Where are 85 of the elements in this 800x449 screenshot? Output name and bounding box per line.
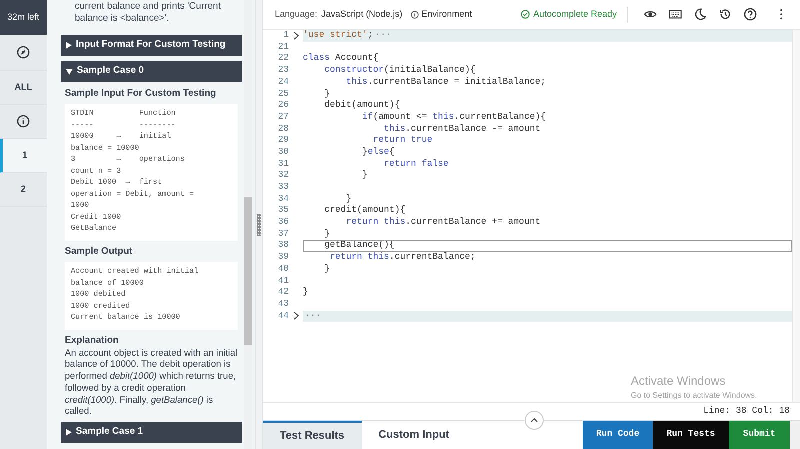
line-number: 41 [277, 274, 289, 288]
code-line: debit(amount){ [324, 100, 402, 112]
line-number: 24 [277, 76, 289, 89]
cursor-position: Line: 38 Col: 18 [704, 404, 790, 418]
subheading: Sample Input For Custom Testing [65, 87, 218, 101]
editor-scrollbar[interactable] [792, 30, 800, 402]
code-line: this.currentBalance = initialBalance; [345, 76, 548, 88]
line-number: 23 [277, 64, 289, 78]
code-line: class Account{ [303, 53, 380, 66]
code-line: return this.currentBalance += amount [345, 217, 542, 229]
caret-icon [66, 428, 72, 436]
line-number: 22 [277, 52, 289, 66]
code-line: } [361, 170, 369, 182]
language-label: Language: [275, 8, 318, 21]
description-text: current balance and prints 'Current balance is <balance>'. [74, 1, 222, 25]
bottom-tab[interactable]: Test Results [263, 421, 362, 449]
compass-icon [17, 46, 30, 59]
section-title: Input Format For Custom Testing [76, 38, 226, 52]
watermark-text: Go to Settings to activate Windows. [631, 390, 758, 402]
code-line: credit(amount){ [324, 205, 407, 217]
code-line: }else{ [361, 146, 396, 159]
chevron-up-icon [531, 418, 538, 423]
keyboard-icon[interactable] [669, 8, 682, 21]
code-line: return true [372, 135, 434, 147]
expand-button[interactable] [525, 411, 544, 430]
line-number: 43 [277, 298, 289, 311]
line-number: 26 [277, 99, 289, 112]
info-icon [17, 115, 30, 128]
line-number: 35 [277, 204, 289, 218]
section-header[interactable]: Sample Case 1 [61, 422, 242, 443]
code-line: } [324, 228, 332, 240]
panel-scrollbar[interactable] [244, 0, 252, 449]
action-button[interactable]: Run Code [583, 421, 653, 449]
code-line: } [345, 194, 353, 206]
line-number: 40 [277, 262, 289, 276]
environment-link[interactable]: Environment [410, 8, 472, 22]
info-icon [410, 10, 419, 18]
action-button[interactable]: Run Tests [653, 421, 729, 449]
subheading: Explanation [65, 334, 120, 348]
code-line: } [324, 264, 332, 276]
code-line: return this.currentBalance; [329, 252, 477, 264]
line-number: 21 [277, 40, 289, 54]
code-line: if(amount <= this.currentBalance){ [361, 112, 548, 124]
line-number: 31 [277, 158, 289, 171]
code-line: } [324, 88, 332, 100]
bottom-scrollbar[interactable] [790, 421, 800, 449]
line-number: 33 [277, 181, 289, 194]
line-number: 30 [277, 146, 289, 159]
line-number: 37 [277, 228, 289, 241]
resize-handle[interactable] [257, 214, 261, 236]
code-line: constructor(initialBalance){ [324, 65, 477, 77]
code-line: } [303, 287, 310, 299]
line-number: 1 [282, 30, 289, 42]
help-icon[interactable] [744, 8, 757, 21]
code-line: this.currentBalance -= amount [383, 124, 542, 136]
line-number: 34 [277, 192, 289, 206]
line-number: 42 [277, 286, 289, 300]
language-selector[interactable]: JavaScript (Node.js) [322, 8, 403, 22]
line-number: 28 [277, 122, 289, 136]
line-number: 38 [277, 239, 289, 252]
history-icon[interactable] [719, 8, 732, 21]
caret-icon [66, 68, 73, 74]
line-number: 29 [277, 134, 289, 148]
section-header[interactable]: Input Format For Custom Testing [61, 35, 242, 56]
subheading: Sample Output [65, 244, 134, 259]
code-line: getBalance(){ [303, 240, 792, 252]
section-title: Sample Case 1 [76, 425, 144, 440]
watermark-title: Activate Windows [631, 373, 727, 390]
explanation-text: An account object is created with an initial balance of 10000. The debit operation is performed debit(1000) which returns true, followed by a credit operation credit(1000). Finally, getBalance() is called. [65, 348, 238, 418]
code-line: return false [383, 158, 450, 170]
timer: 32m left [0, 0, 47, 35]
check-circle-icon [521, 10, 530, 19]
moon-icon[interactable] [694, 8, 707, 21]
caret-icon [66, 42, 72, 49]
nav-item[interactable]: 1 [0, 139, 47, 173]
autocomplete-status: Autocomplete Ready [521, 6, 628, 22]
line-number: 39 [277, 251, 289, 264]
line-number: 36 [277, 216, 289, 230]
line-number: 27 [277, 110, 289, 124]
action-button[interactable]: Submit [729, 421, 790, 449]
section-header[interactable]: Sample Case 0 [61, 61, 242, 82]
section-title: Sample Case 0 [77, 64, 144, 78]
line-number: 25 [277, 88, 289, 101]
line-number: 44 [277, 310, 289, 323]
line-number: 32 [277, 169, 289, 182]
